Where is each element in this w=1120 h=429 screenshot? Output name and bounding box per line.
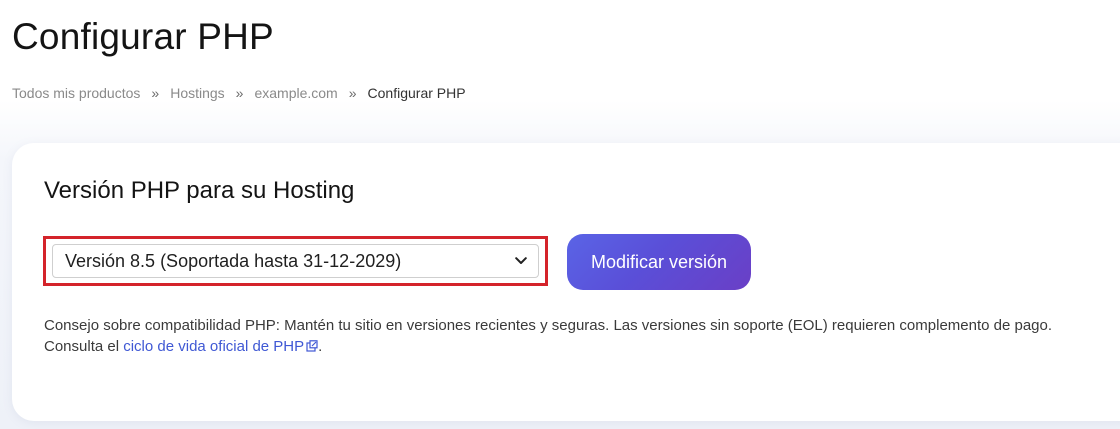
php-version-card: Versión PHP para su Hosting Versión 8.5 … <box>12 143 1120 421</box>
breadcrumb-separator: » <box>235 85 244 101</box>
breadcrumb-separator: » <box>151 85 160 101</box>
select-highlight-box: Versión 8.5 (Soportada hasta 31-12-2029) <box>43 236 548 286</box>
php-lifecycle-link[interactable]: ciclo de vida oficial de PHP <box>123 338 318 355</box>
compatibility-tip: Consejo sobre compatibilidad PHP: Mantén… <box>44 315 1052 357</box>
breadcrumb-link-all-products[interactable]: Todos mis productos <box>12 84 140 102</box>
tip-line-1: Consejo sobre compatibilidad PHP: Mantén… <box>44 317 1053 334</box>
breadcrumb: Todos mis productos » Hostings » example… <box>12 84 466 102</box>
tip-suffix: . <box>318 338 323 355</box>
tip-prefix: Consulta el <box>44 338 124 355</box>
php-lifecycle-link-text[interactable]: ciclo de vida oficial de PHP <box>123 338 304 355</box>
modify-version-button[interactable]: Modificar versión <box>567 234 751 290</box>
breadcrumb-separator: » <box>348 85 357 101</box>
php-version-select[interactable]: Versión 8.5 (Soportada hasta 31-12-2029) <box>52 244 539 278</box>
page-title: Configurar PHP <box>12 16 274 57</box>
card-title: Versión PHP para su Hosting <box>44 177 355 204</box>
tip-line-2: Consulta el ciclo de vida oficial de PHP… <box>44 336 1052 357</box>
external-link-icon <box>306 340 318 352</box>
breadcrumb-link-hostings[interactable]: Hostings <box>170 84 224 102</box>
breadcrumb-current: Configurar PHP <box>367 85 466 101</box>
breadcrumb-link-domain[interactable]: example.com <box>254 84 337 102</box>
